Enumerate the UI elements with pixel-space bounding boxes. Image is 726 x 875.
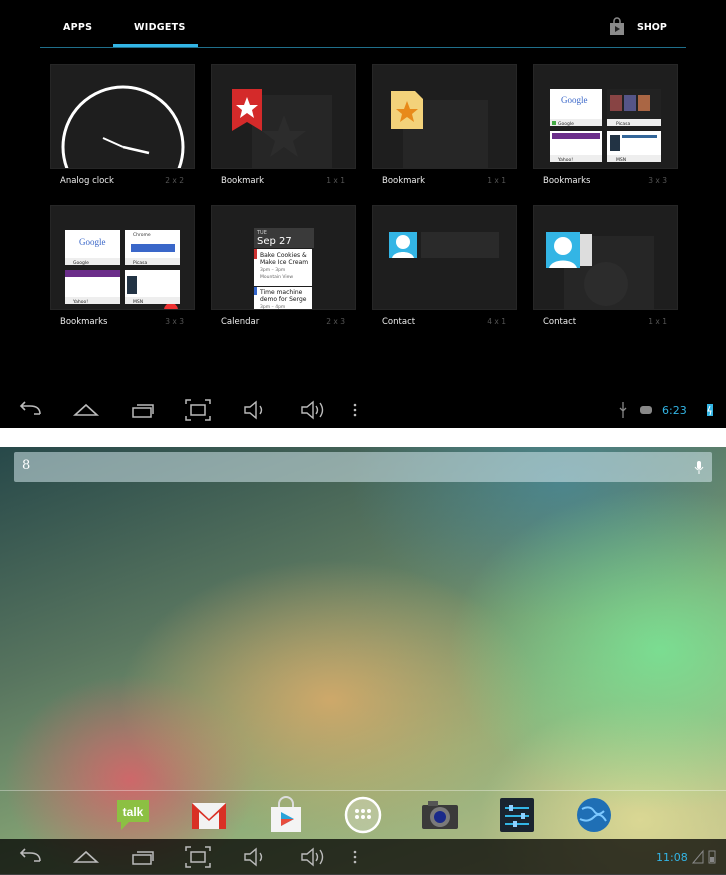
talk-app-icon[interactable]: talk — [113, 795, 153, 835]
analog-clock-icon — [61, 85, 185, 168]
back-icon[interactable] — [16, 839, 44, 875]
volume-up-icon[interactable] — [298, 392, 326, 428]
signal-icon — [691, 849, 704, 864]
home-icon[interactable] — [72, 392, 100, 428]
widget-bookmarks[interactable]: Google Google Picasa Yahoo! MSN — [533, 64, 678, 169]
widget-size: 2 x 2 — [165, 176, 184, 185]
cal-event2-time: 3pm – 4pm — [260, 304, 285, 310]
usb-icon — [619, 402, 627, 418]
widget-label: Bookmarks — [543, 176, 591, 186]
widget-label: Contact — [543, 317, 577, 327]
bm-msn: MSN — [133, 299, 143, 305]
widget-label: Calendar — [221, 317, 260, 327]
google-logo: Google — [79, 237, 106, 247]
battery-charging-icon — [707, 404, 713, 416]
volume-down-icon[interactable] — [241, 839, 269, 875]
bm-google: Google — [558, 121, 574, 127]
play-store-icon[interactable] — [266, 795, 306, 835]
bm-google: Google — [73, 260, 89, 266]
status-time: 6:23 — [662, 404, 687, 417]
svg-text:Chrome: Chrome — [133, 232, 151, 238]
camera-app-icon[interactable] — [420, 795, 460, 835]
game-controller-icon — [640, 406, 652, 414]
menu-icon[interactable] — [350, 392, 360, 428]
svg-text:demo for Serge: demo for Serge — [260, 296, 307, 303]
navigation-bar: 11:08 — [0, 839, 726, 875]
svg-text:Time machine: Time machine — [259, 289, 303, 296]
back-icon[interactable] — [16, 392, 44, 428]
contact-card-icon — [546, 232, 654, 309]
widget-label: Contact — [382, 317, 416, 327]
widget-size: 1 x 1 — [648, 317, 667, 326]
bookmark-ribbon-icon — [232, 89, 332, 168]
widget-label: Bookmark — [221, 176, 265, 186]
volume-up-icon[interactable] — [298, 839, 326, 875]
bookmark-star-icon — [391, 91, 488, 168]
widget-size: 3 x 3 — [165, 317, 184, 326]
home-icon[interactable] — [72, 839, 100, 875]
bm-yahoo: Yahoo! — [72, 299, 88, 305]
widget-drawer-screen: APPS WIDGETS SHOP Analog clock 2 x 2 Boo… — [0, 0, 726, 428]
widget-contact[interactable] — [372, 205, 517, 310]
widget-label: Bookmarks — [60, 317, 108, 327]
widget-label: Bookmark — [382, 176, 426, 186]
contact-avatar-icon — [389, 232, 499, 258]
google-search-bar[interactable]: 8 — [14, 452, 712, 482]
battery-icon — [708, 850, 716, 864]
svg-text:Make Ice Cream: Make Ice Cream — [260, 259, 308, 266]
cal-event1-time: 3pm – 3pm — [260, 267, 285, 273]
google-logo: Google — [561, 95, 588, 105]
bookmarks-preview: Google Google Picasa Yahoo! MSN — [550, 89, 661, 163]
widget-bookmarks[interactable]: Google Google Chrome Picasa Yahoo! MSN — [50, 205, 195, 310]
recent-apps-icon[interactable] — [129, 839, 157, 875]
tab-apps[interactable]: APPS — [63, 22, 92, 33]
screenshot-icon[interactable] — [184, 392, 212, 428]
widget-size: 3 x 3 — [648, 176, 667, 185]
navigation-bar: 6:23 — [0, 392, 726, 428]
cal-date: Sep 27 — [257, 236, 292, 247]
widget-contact[interactable] — [533, 205, 678, 310]
widget-size: 1 x 1 — [326, 176, 345, 185]
google-search-logo: 8 — [22, 458, 31, 473]
browser-globe-icon[interactable] — [574, 795, 614, 835]
calendar-preview: TUE Sep 27 Bake Cookies & Make Ice Cream… — [254, 228, 314, 310]
volume-down-icon[interactable] — [241, 392, 269, 428]
status-time: 11:08 — [656, 851, 688, 864]
widget-analog-clock[interactable] — [50, 64, 195, 169]
bm-picasa: Picasa — [133, 260, 147, 266]
widget-label: Analog clock — [60, 176, 114, 186]
widget-calendar[interactable]: TUE Sep 27 Bake Cookies & Make Ice Cream… — [211, 205, 356, 310]
talk-label: talk — [123, 805, 144, 819]
screenshot-icon[interactable] — [184, 839, 212, 875]
recent-apps-icon[interactable] — [129, 392, 157, 428]
shopping-bag-icon[interactable] — [608, 17, 626, 36]
widget-bookmark[interactable] — [211, 64, 356, 169]
dock-divider — [0, 790, 726, 791]
widget-size: 1 x 1 — [487, 176, 506, 185]
bm-msn: MSN — [616, 157, 626, 163]
svg-text:Bake Cookies &: Bake Cookies & — [260, 252, 307, 259]
bm-picasa: Picasa — [616, 121, 630, 127]
cal-event1-location: Mountain View — [260, 274, 293, 280]
microphone-icon[interactable] — [694, 460, 704, 474]
app-drawer-icon[interactable] — [343, 795, 383, 835]
menu-icon[interactable] — [350, 839, 360, 875]
tab-widgets[interactable]: WIDGETS — [134, 22, 186, 33]
shop-button[interactable]: SHOP — [637, 22, 667, 33]
widget-bookmark[interactable] — [372, 64, 517, 169]
tab-divider — [40, 47, 686, 48]
settings-app-icon[interactable] — [497, 795, 537, 835]
bookmarks-preview: Google Google Chrome Picasa Yahoo! MSN — [65, 230, 180, 309]
gmail-app-icon[interactable] — [189, 795, 229, 835]
bm-yahoo: Yahoo! — [557, 157, 573, 163]
widget-size: 4 x 1 — [487, 317, 506, 326]
widget-size: 2 x 3 — [326, 317, 345, 326]
